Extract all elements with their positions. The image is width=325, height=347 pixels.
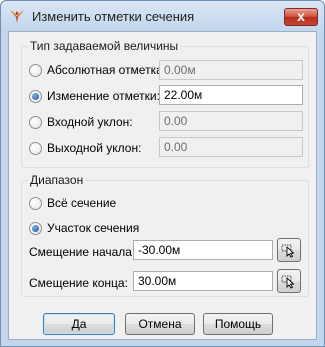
whole-section-label[interactable]: Всё сечение <box>47 196 116 210</box>
pick-cursor-icon <box>281 275 295 289</box>
window-title: Изменить отметки сечения <box>32 9 195 24</box>
radio-absolute-elevation[interactable] <box>29 64 42 77</box>
pick-cursor-icon <box>281 244 295 258</box>
pick-end-offset-button[interactable] <box>277 269 301 293</box>
help-button[interactable]: Помощь <box>203 313 273 335</box>
absolute-elevation-label[interactable]: Абсолютная отметка: <box>47 63 166 77</box>
cancel-button[interactable]: Отмена <box>125 313 195 335</box>
radio-whole-section[interactable] <box>29 197 42 210</box>
output-slope-label[interactable]: Выходной уклон: <box>47 141 141 155</box>
elevation-change-label[interactable]: Изменение отметки: <box>47 89 160 103</box>
close-button[interactable]: x <box>284 8 318 26</box>
title-bar[interactable]: Изменить отметки сечения x <box>1 1 324 31</box>
elevation-change-field[interactable]: 22.00м <box>159 85 303 105</box>
output-slope-field[interactable]: 0.00 <box>159 137 303 157</box>
radio-section-part[interactable] <box>29 222 42 235</box>
end-offset-label: Смещение конца: <box>29 276 128 290</box>
radio-elevation-change[interactable] <box>29 90 42 103</box>
start-offset-field[interactable]: -30.00м <box>133 240 273 260</box>
radio-input-slope[interactable] <box>29 116 42 129</box>
radio-output-slope[interactable] <box>29 142 42 155</box>
end-offset-field[interactable]: 30.00м <box>133 271 273 291</box>
app-logo-icon <box>10 10 24 23</box>
start-offset-label: Смещение начала: <box>29 245 136 259</box>
absolute-elevation-field[interactable]: 0.00м <box>159 60 303 80</box>
section-part-label[interactable]: Участок сечения <box>47 221 139 235</box>
pick-start-offset-button[interactable] <box>277 238 301 262</box>
ok-button[interactable]: Да <box>43 313 115 335</box>
dialog-client-area: Тип задаваемой величины Абсолютная отмет… <box>8 31 317 340</box>
dialog-window: Изменить отметки сечения x Тип задаваемо… <box>0 0 325 347</box>
range-legend: Диапазон <box>28 173 86 187</box>
input-slope-label[interactable]: Входной уклон: <box>47 115 133 129</box>
value-type-legend: Тип задаваемой величины <box>28 39 181 53</box>
input-slope-field[interactable]: 0.00 <box>159 111 303 131</box>
